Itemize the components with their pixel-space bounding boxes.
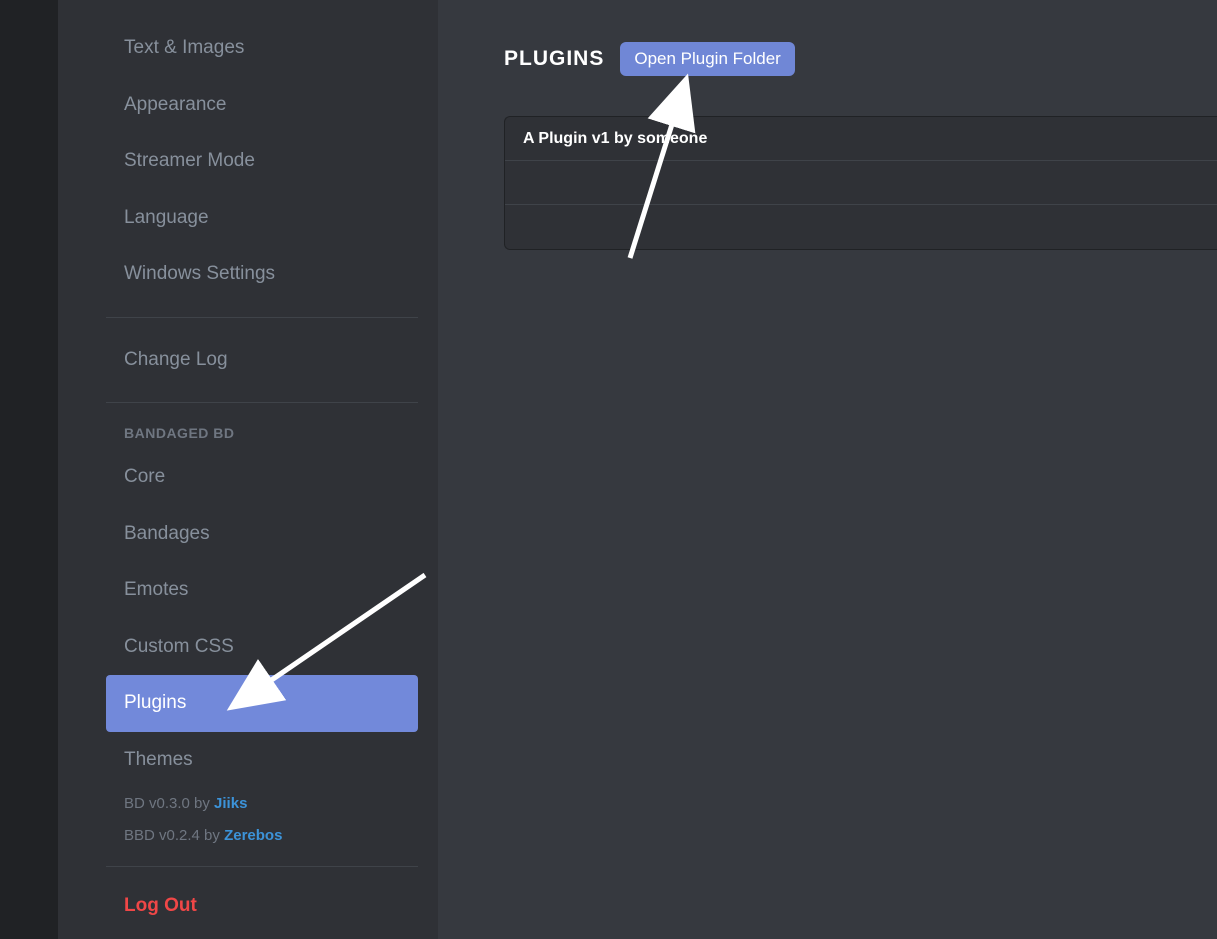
sidebar-item-custom-css[interactable]: Custom CSS [106, 619, 418, 676]
divider [106, 866, 418, 867]
sidebar-item-windows-settings[interactable]: Windows Settings [106, 246, 418, 303]
sidebar-item-themes[interactable]: Themes [106, 732, 418, 789]
open-plugin-folder-button[interactable]: Open Plugin Folder [620, 42, 794, 76]
section-header-bandaged: BANDAGED BD [106, 417, 438, 449]
divider [106, 402, 418, 403]
plugin-card: A Plugin v1 by someone [504, 116, 1217, 250]
plugin-footer-row [505, 205, 1217, 249]
sidebar-item-bandages[interactable]: Bandages [106, 506, 418, 563]
left-gutter [0, 0, 58, 939]
content-header: PLUGINS Open Plugin Folder [504, 42, 1217, 76]
version-bbd-text: BBD v0.2.4 by [124, 827, 224, 844]
version-info-bd: BD v0.3.0 by Jiiks [106, 788, 438, 820]
sidebar-item-language[interactable]: Language [106, 190, 418, 247]
sidebar-item-text-images[interactable]: Text & Images [106, 20, 418, 77]
sidebar-item-appearance[interactable]: Appearance [106, 77, 418, 134]
link-jiiks[interactable]: Jiiks [214, 795, 247, 812]
sidebar-item-emotes[interactable]: Emotes [106, 562, 418, 619]
page-title: PLUGINS [504, 47, 604, 71]
plugin-header-row[interactable]: A Plugin v1 by someone [505, 117, 1217, 161]
divider [106, 317, 418, 318]
version-info-bbd: BBD v0.2.4 by Zerebos [106, 820, 438, 852]
link-zerebos[interactable]: Zerebos [224, 827, 282, 844]
sidebar-item-plugins[interactable]: Plugins [106, 675, 418, 732]
sidebar-item-streamer-mode[interactable]: Streamer Mode [106, 133, 418, 190]
plugin-name-label: A Plugin v1 by someone [523, 130, 707, 148]
content-area: PLUGINS Open Plugin Folder A Plugin v1 b… [438, 0, 1217, 939]
version-bd-text: BD v0.3.0 by [124, 795, 214, 812]
plugin-body-row [505, 161, 1217, 205]
settings-sidebar: Text & Images Appearance Streamer Mode L… [58, 0, 438, 939]
logout-button[interactable]: Log Out [106, 881, 438, 931]
sidebar-item-change-log[interactable]: Change Log [106, 332, 418, 389]
sidebar-item-core[interactable]: Core [106, 449, 418, 506]
